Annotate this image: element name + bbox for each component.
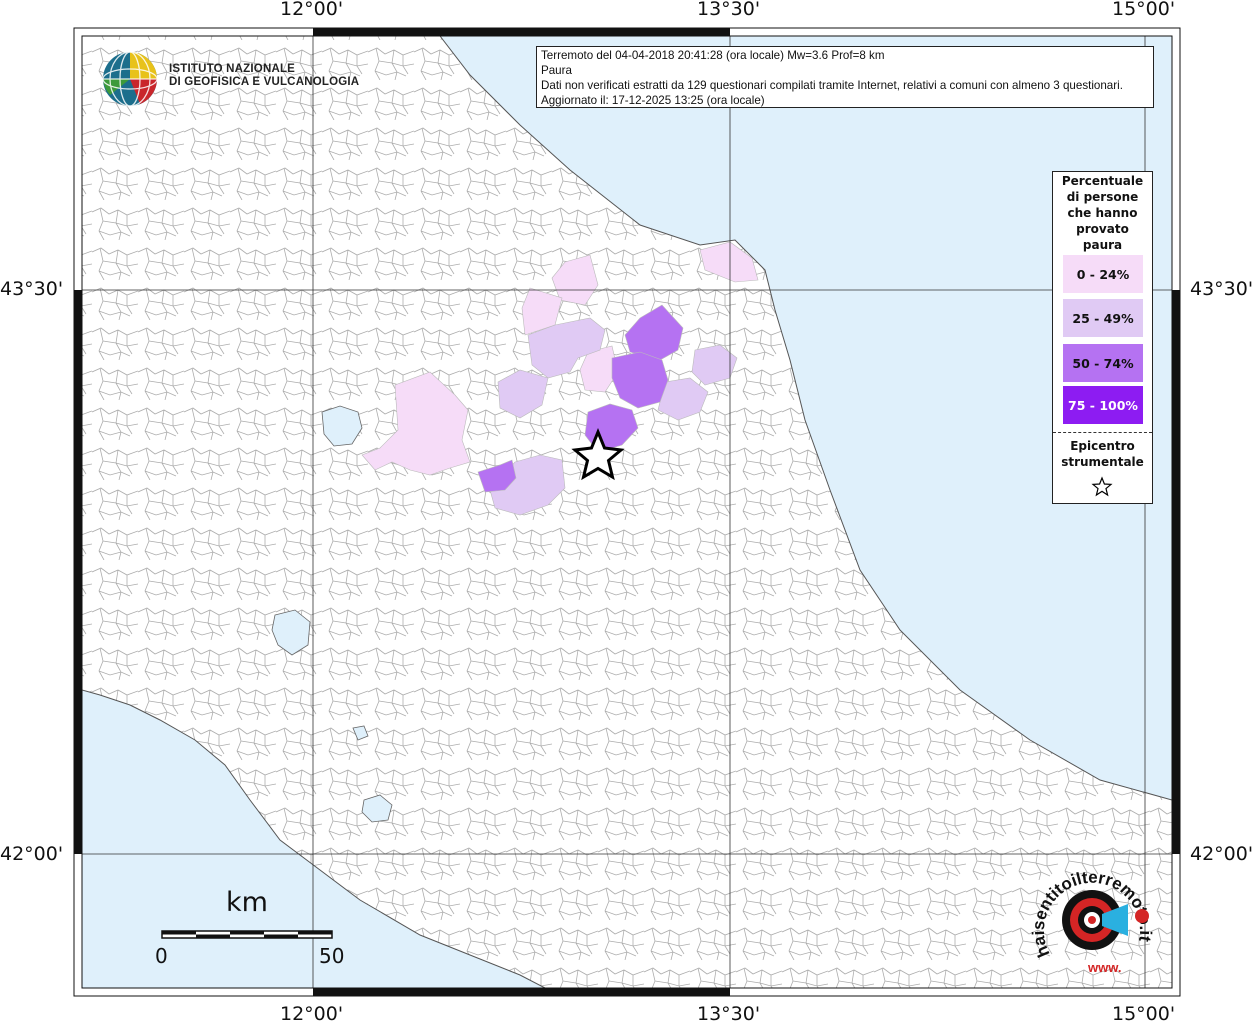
legend-title-line: che hanno bbox=[1067, 206, 1138, 220]
lat-label-left-42: 42°00' bbox=[0, 843, 64, 865]
hst-logo-url: www. bbox=[1087, 960, 1121, 975]
star-outline-icon bbox=[1091, 476, 1113, 497]
legend-item-50-74: 50 - 74% bbox=[1063, 344, 1143, 382]
lon-label-bottom-13-30: 13°30' bbox=[697, 1003, 761, 1025]
legend-title: Percentuale di persone che hanno provato… bbox=[1053, 173, 1152, 253]
legend-title-line: di persone bbox=[1066, 190, 1139, 204]
lat-label-left-43-30: 43°30' bbox=[0, 278, 64, 300]
scale-max-label: 50 bbox=[319, 944, 345, 968]
updated-line: Aggiornato il: 17-12-2025 13:25 (ora loc… bbox=[541, 94, 765, 107]
map-type-line: Paura bbox=[541, 64, 572, 77]
lon-label-top-15: 15°00' bbox=[1112, 0, 1176, 20]
legend-item-75-100: 75 - 100% bbox=[1063, 386, 1143, 424]
lon-label-top-13-30: 13°30' bbox=[697, 0, 761, 20]
legend-epicenter-label: Epicentro strumentale bbox=[1053, 438, 1152, 470]
legend-item-25-49: 25 - 49% bbox=[1063, 299, 1143, 337]
event-line: Terremoto del 04-04-2018 20:41:28 (ora l… bbox=[541, 49, 885, 62]
legend: Percentuale di persone che hanno provato… bbox=[1052, 171, 1153, 504]
legend-title-line: provato bbox=[1076, 222, 1129, 236]
legend-item-0-24: 0 - 24% bbox=[1063, 255, 1143, 293]
hst-seismo-icon: haisentitoilterremoto.it www. bbox=[1029, 868, 1155, 975]
ingv-name-line-1: ISTITUTO NAZIONALE bbox=[169, 63, 296, 75]
legend-epicenter-line: strumentale bbox=[1061, 455, 1144, 469]
ingv-name-line-2: DI GEOFISICA E VULCANOLOGIA bbox=[169, 76, 360, 88]
lat-label-right-42: 42°00' bbox=[1190, 843, 1254, 865]
lat-label-right-43-30: 43°30' bbox=[1190, 278, 1254, 300]
ingv-globe-icon bbox=[102, 51, 158, 107]
data-note-line: Dati non verificati estratti da 129 ques… bbox=[541, 79, 1123, 92]
event-info-box: Terremoto del 04-04-2018 20:41:28 (ora l… bbox=[536, 46, 1154, 108]
lon-label-bottom-15: 15°00' bbox=[1112, 1003, 1176, 1025]
hst-logo: haisentitoilterremoto.it www. bbox=[1029, 858, 1160, 986]
scale-min-label: 0 bbox=[155, 944, 168, 968]
legend-epicenter-line: Epicentro bbox=[1070, 439, 1135, 453]
lon-label-bottom-12: 12°00' bbox=[280, 1003, 344, 1025]
legend-title-line: Percentuale bbox=[1061, 174, 1144, 188]
scale-bar bbox=[161, 930, 333, 939]
ingv-logo-text: ISTITUTO NAZIONALE DI GEOFISICA E VULCAN… bbox=[169, 63, 359, 89]
lon-label-top-12: 12°00' bbox=[280, 0, 344, 20]
scale-unit-label: km bbox=[226, 887, 268, 918]
legend-separator bbox=[1053, 432, 1152, 433]
legend-title-line: paura bbox=[1082, 238, 1123, 252]
